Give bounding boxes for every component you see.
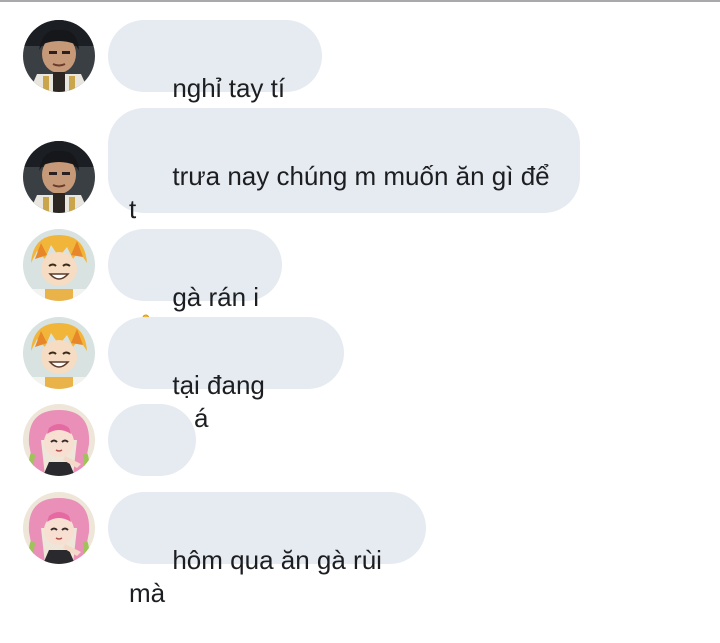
avatar-pink-hair[interactable] (23, 492, 95, 564)
avatar-yellow-hair[interactable] (23, 229, 95, 301)
message-text: hôm qua ăn gà rùi mà (129, 545, 390, 608)
avatar-image (23, 492, 95, 564)
avatar-image (23, 141, 95, 213)
message-bubble[interactable]: trưa nay chúng m muốn ăn gì để t đặt (108, 108, 580, 257)
avatar-image (23, 20, 95, 92)
message-bubble[interactable]: tại đang thèm á (108, 317, 344, 433)
avatar-yellow-hair[interactable] (23, 317, 95, 389)
avatar-image (23, 404, 95, 476)
avatar-image (23, 317, 95, 389)
avatar-pink-hair[interactable] (23, 404, 95, 476)
message-bubble[interactable]: nghỉ tay tí nhể (108, 20, 322, 136)
message-bubble[interactable]: thui (108, 404, 196, 520)
message-text: gà rán i (172, 282, 260, 312)
avatar-image (23, 229, 95, 301)
avatar-dark-hair[interactable] (23, 20, 95, 92)
message-bubble[interactable]: gà rán i (108, 229, 282, 348)
avatar-dark-hair[interactable] (23, 141, 95, 213)
chat-thread: nghỉ tay tí nhể trưa nay chúng m muốn ăn… (0, 0, 720, 608)
message-bubble[interactable]: hôm qua ăn gà rùi mà (108, 492, 426, 608)
